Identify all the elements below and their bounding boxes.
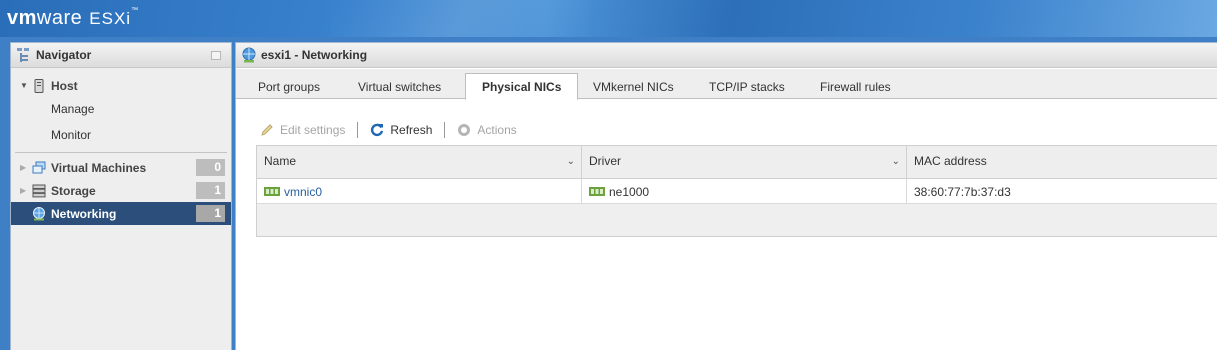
networking-tabs: Port groups Virtual switches Physical NI…	[236, 69, 1217, 100]
nav-divider	[15, 152, 227, 153]
navigator-panel: Navigator ▼ Host Manage Monitor ▶ Virtua…	[10, 42, 232, 350]
actions-label: Actions	[477, 123, 517, 137]
nav-host-manage[interactable]: Manage	[11, 97, 231, 120]
vmware-esxi-logo: vmware ESXi™	[7, 7, 139, 30]
collapse-navigator-button[interactable]	[211, 51, 221, 60]
nav-monitor-label: Monitor	[51, 127, 92, 142]
nic-name-link[interactable]: vmnic0	[284, 180, 322, 204]
refresh-label: Refresh	[390, 123, 433, 137]
collapsed-caret-icon[interactable]: ▶	[20, 186, 30, 195]
nav-vm-label: Virtual Machines	[51, 160, 147, 175]
sort-chevron-icon[interactable]: ⌄	[892, 146, 900, 177]
nav-networking[interactable]: Networking 1	[11, 202, 231, 225]
toolbar-divider	[444, 122, 446, 138]
cell-driver: ne1000	[582, 179, 907, 204]
column-driver-label: Driver	[589, 154, 621, 168]
nav-manage-label: Manage	[51, 101, 95, 116]
tab-tcpip-stacks[interactable]: TCP/IP stacks	[709, 76, 785, 99]
nav-host[interactable]: ▼ Host	[11, 74, 231, 97]
host-server-icon	[34, 78, 44, 93]
navigator-tree-icon	[17, 48, 29, 62]
banner-sheen	[330, 0, 590, 37]
nav-host-monitor[interactable]: Monitor	[11, 123, 231, 146]
tab-firewall-rules[interactable]: Firewall rules	[820, 76, 891, 99]
networking-globe-icon	[242, 47, 256, 63]
table-header: Name ⌄ Driver ⌄ MAC address	[257, 146, 1217, 179]
navigator-title: Navigator	[36, 48, 92, 62]
pencil-icon	[261, 124, 273, 136]
tab-vmkernel-nics[interactable]: VMkernel NICs	[593, 76, 674, 99]
sort-chevron-icon[interactable]: ⌄	[567, 146, 575, 177]
tab-port-groups[interactable]: Port groups	[258, 76, 320, 99]
table-row[interactable]: vmnic0 ne1000 38:60:77:7b:37:d3	[257, 179, 1217, 204]
refresh-button[interactable]: Refresh	[370, 123, 432, 137]
nav-storage[interactable]: ▶ Storage 1	[11, 179, 231, 202]
cell-mac: 38:60:77:7b:37:d3	[907, 179, 1217, 204]
column-header-driver[interactable]: Driver ⌄	[582, 146, 907, 179]
toolbar: Edit settings Refresh Actions	[260, 121, 517, 139]
tab-physical-nics[interactable]: Physical NICs	[465, 73, 579, 100]
storage-icon	[32, 184, 46, 197]
column-mac-label: MAC address	[914, 154, 987, 168]
logo-trademark: ™	[131, 7, 139, 14]
collapsed-caret-icon[interactable]: ▶	[20, 163, 30, 172]
edit-settings-label: Edit settings	[280, 123, 346, 137]
cell-name: vmnic0	[257, 179, 582, 204]
logo-vm: vm	[7, 7, 37, 29]
refresh-icon	[371, 123, 384, 137]
expand-caret-icon[interactable]: ▼	[20, 81, 30, 90]
top-banner: vmware ESXi™	[0, 0, 1217, 37]
networking-globe-icon	[33, 206, 45, 220]
page-title: esxi1 - Networking	[261, 48, 368, 62]
virtual-machines-icon	[32, 161, 46, 173]
column-header-mac[interactable]: MAC address	[907, 146, 1217, 179]
nav-storage-label: Storage	[51, 183, 96, 198]
toolbar-divider	[357, 122, 359, 138]
tab-virtual-switches[interactable]: Virtual switches	[358, 76, 441, 99]
nic-driver-value: ne1000	[609, 184, 650, 199]
networking-count-badge: 1	[196, 205, 225, 222]
nav-host-label: Host	[51, 78, 78, 93]
nav-networking-label: Networking	[51, 206, 117, 221]
nic-card-icon	[264, 187, 280, 196]
column-name-label: Name	[264, 154, 297, 168]
mac-address-value: 38:60:77:7b:37:d3	[914, 184, 1011, 199]
networking-panel: esxi1 - Networking Port groups Virtual s…	[235, 42, 1217, 350]
navigator-header: Navigator	[11, 43, 231, 68]
storage-count-badge: 1	[196, 182, 225, 199]
networking-header: esxi1 - Networking	[236, 43, 1217, 68]
nic-card-icon	[589, 187, 605, 196]
physical-nics-table: Name ⌄ Driver ⌄ MAC address vmnic0 ne100…	[256, 145, 1217, 237]
nav-virtual-machines[interactable]: ▶ Virtual Machines 0	[11, 156, 231, 179]
logo-ware: ware	[36, 7, 83, 29]
column-header-name[interactable]: Name ⌄	[257, 146, 582, 179]
edit-settings-button[interactable]: Edit settings	[260, 123, 345, 137]
logo-product: ESXi	[89, 9, 132, 28]
actions-button[interactable]: Actions	[457, 123, 517, 137]
gear-icon	[458, 124, 471, 136]
vm-count-badge: 0	[196, 159, 225, 176]
